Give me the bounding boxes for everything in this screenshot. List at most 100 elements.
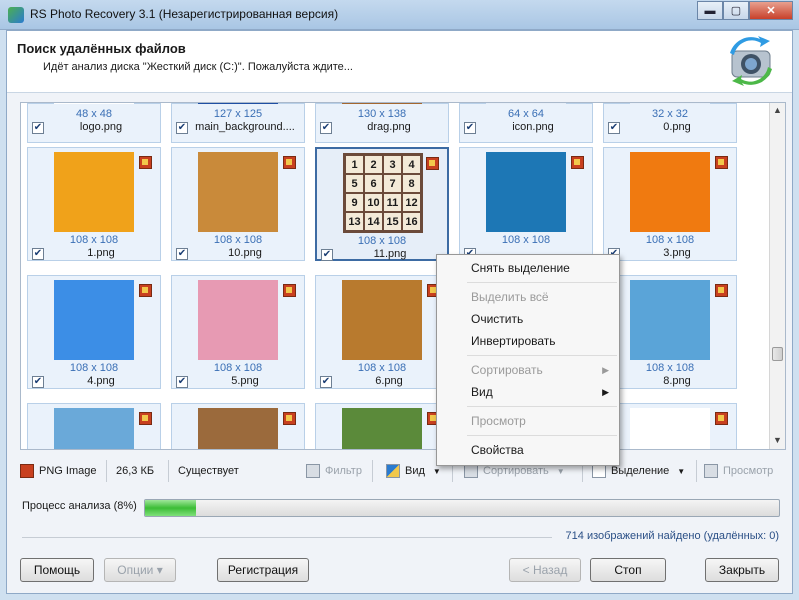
back-button[interactable]: < Назад [509,558,581,582]
thumbnail-tile[interactable] [603,403,737,449]
file-status-icon [715,412,728,425]
thumbnail-image [54,408,134,449]
image-dimensions: 64 x 64 [507,108,545,120]
context-menu-item[interactable]: Выделить всё [437,286,619,308]
scrollbar-thumb[interactable] [772,347,783,361]
thumbnail-tile[interactable] [171,403,305,449]
image-dimensions: 108 x 108 [69,362,119,374]
chevron-down-icon[interactable]: ▼ [557,467,565,476]
window-controls: ▬ ▢ ✕ [697,1,793,20]
thumbnail-tile[interactable]: 108 x 108 ✔ 1.png [27,147,161,261]
context-menu-item[interactable]: Снять выделение [437,257,619,279]
register-button[interactable]: Регистрация [217,558,309,582]
menu-item-label: Вид [471,385,493,399]
select-checkbox[interactable]: ✔ [320,122,332,134]
help-button[interactable]: Помощь [20,558,94,582]
select-checkbox[interactable]: ✔ [320,376,332,388]
thumbnail-tile[interactable]: 48 x 48 ✔ logo.png [27,103,161,143]
thumbnail-tile[interactable]: 108 x 108 ✔ 6.png [315,275,449,389]
thumbnail-tile[interactable]: 1 2 3 4 5 6 7 8 9 10 11 12 13 14 15 16 108 x 108 ✔ 11.png [315,147,449,261]
select-checkbox[interactable]: ✔ [321,249,333,261]
stop-button[interactable]: Стоп [590,558,666,582]
filter-button[interactable]: Фильтр [306,462,362,480]
thumbnail-tile[interactable]: 108 x 108 ✔ 5.png [171,275,305,389]
view-icon [386,464,400,478]
divider [372,460,373,482]
close-button[interactable]: Закрыть [705,558,779,582]
view-label: Вид [405,465,425,477]
image-dimensions: 108 x 108 [69,234,119,246]
divider [106,460,107,482]
file-size-label: 26,3 КБ [116,465,155,477]
context-menu: Снять выделение Выделить всё Очистить Инвер… [436,254,620,466]
file-type-label: PNG Image [39,465,97,477]
context-menu-item[interactable]: Просмотр [437,410,619,432]
select-checkbox[interactable]: ✔ [176,122,188,134]
maximize-button[interactable]: ▢ [723,1,749,20]
context-menu-item[interactable]: Свойства [437,439,619,461]
thumbnail-tile[interactable] [27,403,161,449]
select-checkbox[interactable]: ✔ [176,376,188,388]
menu-separator [467,435,617,436]
context-menu-item[interactable]: Сортировать ▶ [437,359,619,381]
scroll-down-icon[interactable]: ▼ [773,435,782,445]
thumbnail-image [342,103,422,104]
select-checkbox[interactable]: ✔ [32,248,44,260]
scroll-up-icon[interactable]: ▲ [773,105,782,115]
thumbnail-image [630,280,710,360]
progress-fill [145,500,196,516]
thumbnail-view[interactable]: 48 x 48 ✔ logo.png 127 x 125 ✔ main_backgroun… [20,102,786,450]
thumbnail-image [54,152,134,232]
file-name: drag.png [367,121,411,133]
file-name: 3.png [663,247,691,259]
thumbnail-tile[interactable]: 108 x 108 ✔ 10.png [171,147,305,261]
context-menu-item[interactable]: Очистить [437,308,619,330]
thumbnail-image [198,408,278,449]
select-checkbox[interactable]: ✔ [32,122,44,134]
thumbnail-tile[interactable]: 127 x 125 ✔ main_background.... [171,103,305,143]
context-menu-item[interactable]: Инвертировать [437,330,619,352]
thumbnail-image [342,280,422,360]
file-name: 4.png [87,375,115,387]
thumbnail-tile[interactable]: 32 x 32 ✔ 0.png [603,103,737,143]
thumbnail-tile[interactable]: 64 x 64 ✔ icon.png [459,103,593,143]
thumbnail-image [630,152,710,232]
select-checkbox[interactable]: ✔ [608,122,620,134]
vertical-scrollbar[interactable]: ▲ ▼ [769,103,785,449]
minimize-button[interactable]: ▬ [697,1,723,20]
move-icon [704,464,718,478]
thumbnail-tile[interactable]: 108 x 108✔ [459,147,593,261]
view-button[interactable]: Вид ▼ [386,462,441,480]
chevron-down-icon[interactable]: ▼ [677,467,685,476]
thumbnail-image [54,280,134,360]
progress-label: Процесс анализа (8%) [22,500,137,512]
close-window-button[interactable]: ✕ [749,1,793,20]
image-dimensions: 108 x 108 [213,362,263,374]
image-dimensions: 108 x 108 [357,362,407,374]
file-status-label: Существует [178,465,239,477]
menu-separator [467,355,617,356]
title-bar: RS Photo Recovery 3.1 (Незарегистрирован… [0,0,799,30]
sort-icon [464,464,478,478]
menu-item-label: Сортировать [471,363,543,377]
file-status-icon [283,412,296,425]
image-dimensions: 108 x 108 [645,362,695,374]
file-name: 0.png [663,121,691,133]
chevron-down-icon[interactable]: ▼ [433,467,441,476]
preview-button[interactable]: Просмотр [704,462,773,480]
page-title: Поиск удалённых файлов [17,41,186,56]
select-checkbox[interactable]: ✔ [32,376,44,388]
thumbnail-image [342,408,422,449]
thumbnail-tile[interactable]: 108 x 108 ✔ 4.png [27,275,161,389]
context-menu-item[interactable]: Вид ▶ [437,381,619,403]
thumbnail-tile[interactable] [315,403,449,449]
select-checkbox[interactable]: ✔ [464,122,476,134]
options-button[interactable]: Опции ▾ [104,558,176,582]
file-name: 5.png [231,375,259,387]
thumbnail-image [630,103,710,104]
thumbnail-tile[interactable]: 108 x 108✔8.png [603,275,737,389]
thumbnail-tile[interactable]: 130 x 138 ✔ drag.png [315,103,449,143]
select-checkbox[interactable]: ✔ [176,248,188,260]
thumbnail-tile[interactable]: 108 x 108✔3.png [603,147,737,261]
status-toolbar: PNG Image 26,3 КБ Существует Фильтр Вид … [20,458,786,484]
